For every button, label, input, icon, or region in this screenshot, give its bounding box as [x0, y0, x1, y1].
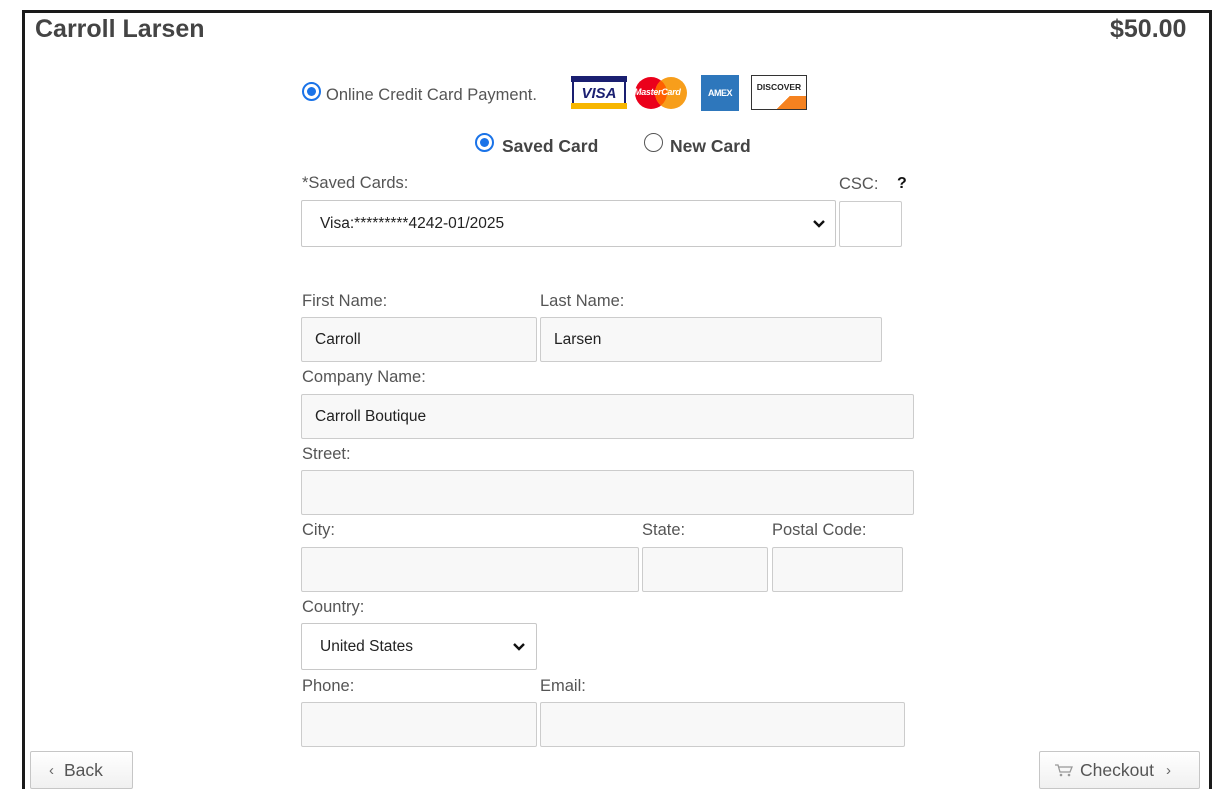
email-label: Email:: [540, 677, 586, 695]
company-name-field[interactable]: Carroll Boutique: [301, 394, 914, 439]
company-name-label: Company Name:: [302, 368, 426, 386]
phone-label: Phone:: [302, 677, 355, 695]
new-card-radio[interactable]: [644, 133, 663, 152]
last-name-field[interactable]: Larsen: [540, 317, 882, 362]
mastercard-icon: MasterCard: [632, 76, 690, 110]
state-label: State:: [642, 521, 686, 539]
chevron-left-icon: ‹: [49, 761, 54, 779]
back-button-label: Back: [64, 759, 103, 780]
saved-card-label: Saved Card: [502, 136, 599, 156]
visa-stripe-top: [571, 76, 627, 82]
online-payment-radio[interactable]: [302, 82, 321, 101]
saved-cards-select[interactable]: Visa:*********4242-01/2025: [301, 200, 836, 247]
online-payment-label: Online Credit Card Payment.: [326, 86, 537, 104]
new-card-label: New Card: [670, 136, 751, 156]
street-field[interactable]: [301, 470, 914, 515]
country-label: Country:: [302, 598, 365, 616]
csc-input[interactable]: [839, 201, 902, 247]
saved-cards-label: *Saved Cards:: [302, 174, 409, 192]
city-label: City:: [302, 521, 335, 539]
visa-stripe-bottom: [571, 103, 627, 109]
checkout-button[interactable]: Checkout ›: [1039, 751, 1200, 789]
chevron-down-icon: [813, 220, 825, 228]
saved-cards-value: Visa:*********4242-01/2025: [320, 214, 505, 232]
chevron-right-icon: ›: [1165, 761, 1171, 779]
phone-field[interactable]: [301, 702, 537, 747]
country-value: United States: [320, 637, 414, 655]
discover-orange-band: [770, 96, 806, 109]
state-field[interactable]: [642, 547, 768, 592]
chevron-down-icon: [513, 643, 525, 651]
payment-amount: $50.00: [1110, 15, 1187, 43]
email-field[interactable]: [540, 702, 905, 747]
first-name-field[interactable]: Carroll: [301, 317, 537, 362]
saved-card-radio[interactable]: [475, 133, 494, 152]
csc-label: CSC:: [839, 175, 879, 193]
amex-card-icon: AMEX: [701, 75, 739, 111]
city-field[interactable]: [301, 547, 639, 592]
last-name-label: Last Name:: [540, 292, 625, 310]
cart-icon: [1054, 763, 1074, 777]
csc-help-icon[interactable]: ?: [897, 175, 907, 193]
postal-code-field[interactable]: [772, 547, 903, 592]
checkout-button-label: Checkout: [1080, 759, 1154, 780]
postal-code-label: Postal Code:: [772, 521, 867, 539]
street-label: Street:: [302, 445, 351, 463]
first-name-label: First Name:: [302, 292, 388, 310]
back-button[interactable]: ‹ Back: [30, 751, 133, 789]
country-select[interactable]: United States: [301, 623, 537, 670]
customer-name: Carroll Larsen: [35, 15, 205, 43]
